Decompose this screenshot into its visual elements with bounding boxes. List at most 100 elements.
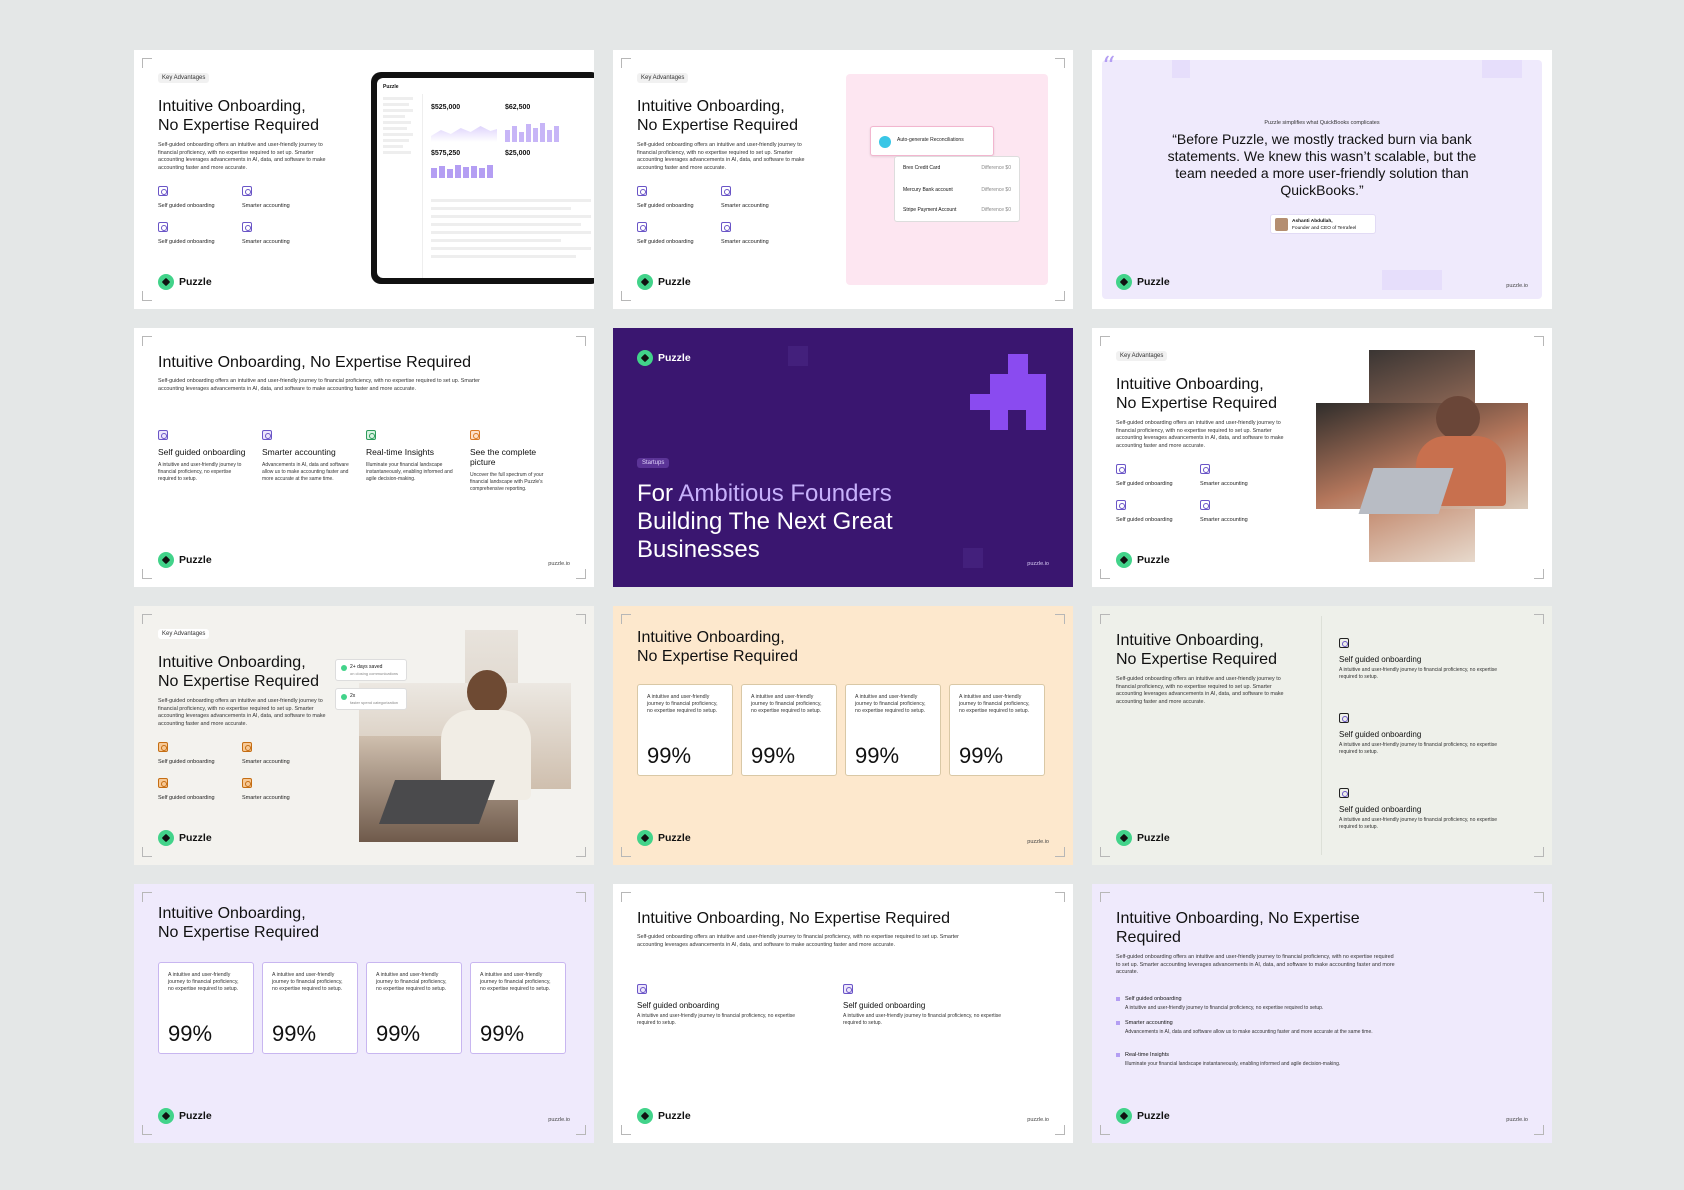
puzzle-logo-icon (1116, 274, 1132, 290)
avatar (1275, 218, 1288, 231)
puzzle-logo-icon (637, 1108, 653, 1124)
check-icon (341, 665, 347, 671)
cup-icon (1339, 638, 1349, 648)
feature-item: Smarter accounting (242, 186, 290, 209)
cup-icon (1116, 464, 1126, 474)
hero-headline: For Ambitious Founders Building The Next… (637, 480, 893, 563)
slide-12[interactable]: Intuitive Onboarding, No Expertise Requir… (1092, 884, 1552, 1143)
feature-column: See the complete picture Uncover the ful… (470, 430, 562, 493)
puzzle-logo: Puzzle (637, 1108, 691, 1124)
stat-card: 2+ days saved on closing communications (335, 659, 407, 681)
cup-icon (470, 430, 480, 440)
site-url: puzzle.io (548, 561, 570, 567)
feature-item: Smarter accounting (1200, 464, 1248, 487)
slide-9[interactable]: Intuitive Onboarding, No Expertise Requir… (1092, 606, 1552, 865)
feature-item: Self guided onboarding A intuitive and us… (1339, 638, 1509, 681)
bullet-icon (1116, 1021, 1120, 1025)
dashboard-tablet: Puzzle $525,000 $62,500 $575,250 $25,000 (371, 72, 594, 284)
puzzle-logo: Puzzle (637, 830, 691, 846)
slide-4[interactable]: Intuitive Onboarding, No Expertise Requi… (134, 328, 594, 587)
slide-1[interactable]: Key Advantages Intuitive Onboarding, No E… (134, 50, 594, 309)
feature-item: Self guided onboarding (637, 222, 694, 245)
puzzle-logo-icon (637, 830, 653, 846)
recon-row: Mercury Bank account Difference $0 (903, 187, 1011, 193)
feature-item: Self guided onboarding (158, 186, 215, 209)
slide-body: Self-guided onboarding offers an intuiti… (158, 142, 326, 171)
cup-icon (158, 430, 168, 440)
spend-value: $575,250 (431, 150, 461, 157)
slide-title: Intuitive Onboarding, No Expertise Requir… (637, 629, 798, 665)
stat-card: A intuitive and user-friendly journey to… (637, 684, 733, 776)
cup-icon (242, 742, 252, 752)
slide-body: Self-guided onboarding offers an intuiti… (637, 142, 805, 171)
puzzle-logo-icon (158, 552, 174, 568)
cup-icon (242, 186, 252, 196)
feature-item: Self guided onboarding (158, 778, 215, 801)
bullet-icon (1116, 997, 1120, 1001)
stat-card: A intuitive and user-friendly journey to… (366, 962, 462, 1054)
slide-2[interactable]: Key Advantages Intuitive Onboarding, No E… (613, 50, 1073, 309)
feature-item: Smarter accounting (242, 778, 290, 801)
slide-body: Self-guided onboarding offers an intuiti… (1116, 954, 1395, 975)
cup-icon (637, 222, 647, 232)
slide-title: Intuitive Onboarding, No Expertise Requir… (158, 98, 319, 134)
cup-icon (158, 222, 168, 232)
cup-icon (1339, 713, 1349, 723)
key-advantages-badge: Key Advantages (637, 73, 689, 83)
quote-text: “Before Puzzle, we mostly tracked burn v… (1167, 131, 1477, 198)
puzzle-logo: Puzzle (637, 274, 691, 290)
cup-icon (1200, 500, 1210, 510)
slide-8[interactable]: Intuitive Onboarding, No Expertise Requir… (613, 606, 1073, 865)
puzzle-logo-icon (158, 1108, 174, 1124)
woman-with-laptop-photo (1316, 350, 1528, 562)
puzzle-logo-icon (1116, 552, 1132, 568)
site-url: puzzle.io (1506, 1117, 1528, 1123)
slide-title: Intuitive Onboarding, No Expertise Requir… (1116, 632, 1277, 668)
puzzle-logo: Puzzle (158, 274, 212, 290)
puzzle-logo-icon (158, 830, 174, 846)
puzzle-logo: Puzzle (637, 350, 691, 366)
slide-6[interactable]: Key Advantages Intuitive Onboarding, No E… (1092, 328, 1552, 587)
cup-icon (1200, 464, 1210, 474)
list-item: Self guided onboarding A intuitive and us… (1116, 996, 1396, 1012)
check-icon (879, 136, 891, 148)
slide-3[interactable]: “ Puzzle simplifies what QuickBooks comp… (1092, 50, 1552, 309)
bullet-icon (1116, 1053, 1120, 1057)
feature-item: Self guided onboarding A intuitive and us… (843, 984, 1013, 1027)
cup-icon (843, 984, 853, 994)
cup-icon (1116, 500, 1126, 510)
cup-icon (637, 984, 647, 994)
slide-7[interactable]: Key Advantages Intuitive Onboarding, No E… (134, 606, 594, 865)
quote-icon: “ (1102, 52, 1116, 82)
slide-5[interactable]: Puzzle Startups For Ambitious Founders B… (613, 328, 1073, 587)
slide-10[interactable]: Intuitive Onboarding, No Expertise Requir… (134, 884, 594, 1143)
cash-value: $525,000 (431, 104, 461, 111)
feature-item: Smarter accounting (721, 222, 769, 245)
puzzle-logo: Puzzle (1116, 274, 1170, 290)
stat-card: A intuitive and user-friendly journey to… (949, 684, 1045, 776)
slide-title: Intuitive Onboarding, No Expertise Requi… (158, 354, 472, 371)
site-url: puzzle.io (1027, 1117, 1049, 1123)
reconciliation-panel: Auto-generate Reconciliations Brex Credi… (846, 74, 1048, 285)
slide-title: Intuitive Onboarding, No Expertise Requi… (637, 910, 951, 927)
slide-11[interactable]: Intuitive Onboarding, No Expertise Requi… (613, 884, 1073, 1143)
puzzle-logo-icon (1116, 1108, 1132, 1124)
puzzle-logo: Puzzle (1116, 552, 1170, 568)
cup-icon (242, 222, 252, 232)
feature-item: Self guided onboarding (637, 186, 694, 209)
feature-item: Smarter accounting (1200, 500, 1248, 523)
slide-body: Self-guided onboarding offers an intuiti… (637, 934, 959, 948)
site-url: puzzle.io (1027, 561, 1049, 567)
feature-item: Self guided onboarding (158, 222, 215, 245)
slide-title: Intuitive Onboarding, No Expertise Requir… (158, 905, 319, 941)
slide-title: Intuitive Onboarding, No Expertise Requir… (158, 654, 319, 690)
stat-card: A intuitive and user-friendly journey to… (262, 962, 358, 1054)
feature-item: Self guided onboarding (158, 742, 215, 765)
quote-kicker: Puzzle simplifies what QuickBooks compli… (1264, 120, 1380, 126)
slide-title: Intuitive Onboarding, No Expertise Requir… (1116, 376, 1277, 412)
feature-column: Real-time Insights Illuminate your finan… (366, 430, 458, 483)
cup-icon (721, 222, 731, 232)
quote-author-chip: Ashanti Abdullah, Founder and CEO of Ter… (1270, 214, 1376, 234)
feature-item: Self guided onboarding A intuitive and us… (637, 984, 807, 1027)
recon-row: Stripe Payment Account Difference $0 (903, 207, 1011, 213)
